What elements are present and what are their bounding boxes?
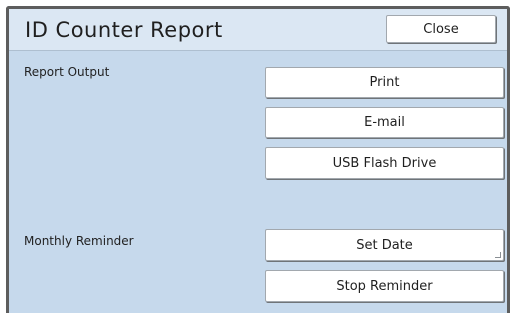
print-button[interactable]: Print: [265, 67, 504, 98]
monthly-reminder-label: Monthly Reminder: [24, 234, 134, 248]
stop-reminder-button[interactable]: Stop Reminder: [265, 270, 504, 302]
usb-flash-drive-button[interactable]: USB Flash Drive: [265, 147, 504, 179]
close-button[interactable]: Close: [386, 15, 496, 43]
set-date-button[interactable]: Set Date: [265, 229, 504, 261]
set-date-button-label: Set Date: [356, 237, 413, 253]
report-output-label: Report Output: [24, 65, 110, 79]
dialog-title: ID Counter Report: [25, 18, 223, 42]
email-button[interactable]: E-mail: [265, 107, 504, 138]
resize-corner-icon: [495, 252, 501, 258]
